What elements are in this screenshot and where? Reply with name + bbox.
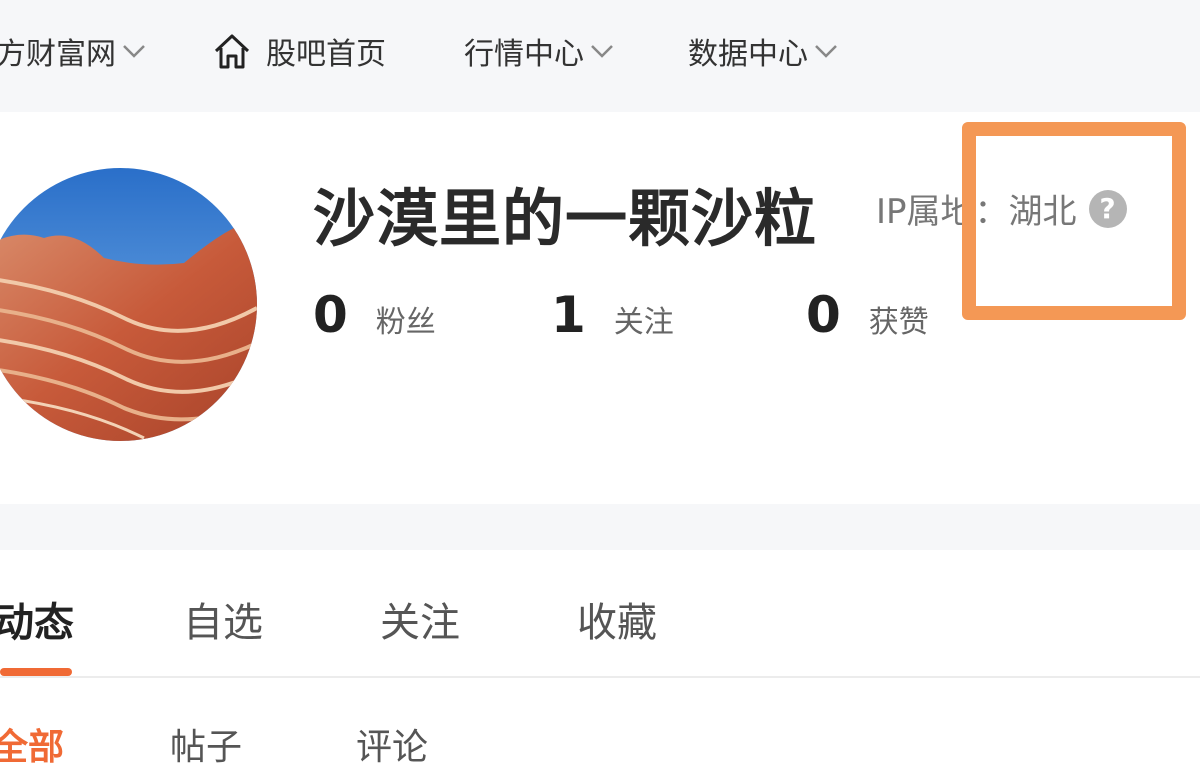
- tab-following[interactable]: 关注: [380, 590, 460, 648]
- chevron-down-icon: [590, 44, 614, 58]
- tab-watchlist[interactable]: 自选: [183, 590, 263, 648]
- tab-activity[interactable]: 动态: [0, 590, 74, 648]
- tab-favorites[interactable]: 收藏: [577, 590, 657, 648]
- nav-market-menu[interactable]: 行情中心: [464, 26, 614, 76]
- stat-following-label: 关注: [613, 305, 674, 340]
- help-icon[interactable]: ?: [1088, 189, 1127, 228]
- nav-site-menu[interactable]: 方财富网: [0, 26, 146, 76]
- stat-followers-label: 粉丝: [375, 305, 436, 340]
- nav-site-label: 方财富网: [0, 37, 116, 72]
- stat-following-value: 1: [551, 286, 586, 344]
- stat-likes-label: 获赞: [868, 305, 929, 340]
- top-nav: 方财富网 股吧首页 行情中心 数据中心: [0, 0, 1200, 112]
- stat-likes-value: 0: [806, 286, 841, 344]
- stat-followers-value: 0: [313, 286, 348, 344]
- nav-home-link[interactable]: 股吧首页: [212, 26, 386, 76]
- profile-username: 沙漠里的一颗沙粒: [313, 182, 818, 255]
- subtab-posts[interactable]: 帖子: [170, 718, 242, 770]
- nav-data-menu[interactable]: 数据中心: [688, 26, 838, 76]
- home-icon: [212, 31, 252, 71]
- nav-market-label: 行情中心: [464, 37, 584, 72]
- section-divider: [0, 504, 1200, 550]
- subtab-comments[interactable]: 评论: [356, 718, 428, 770]
- active-tab-indicator: [0, 668, 72, 676]
- nav-home-label: 股吧首页: [266, 37, 386, 72]
- stat-following[interactable]: 1 关注: [551, 286, 674, 344]
- nav-data-label: 数据中心: [688, 37, 808, 72]
- chevron-down-icon: [814, 44, 838, 58]
- stat-likes[interactable]: 0 获赞: [806, 286, 929, 344]
- stat-followers[interactable]: 0 粉丝: [313, 286, 436, 344]
- chevron-down-icon: [122, 44, 146, 58]
- ip-location-label: IP属地：湖北: [876, 192, 1077, 232]
- ip-location: IP属地：湖北 ?: [876, 184, 1127, 233]
- subtab-all[interactable]: 全部: [0, 718, 64, 770]
- tab-bar: 动态 自选 关注 收藏: [0, 550, 1200, 678]
